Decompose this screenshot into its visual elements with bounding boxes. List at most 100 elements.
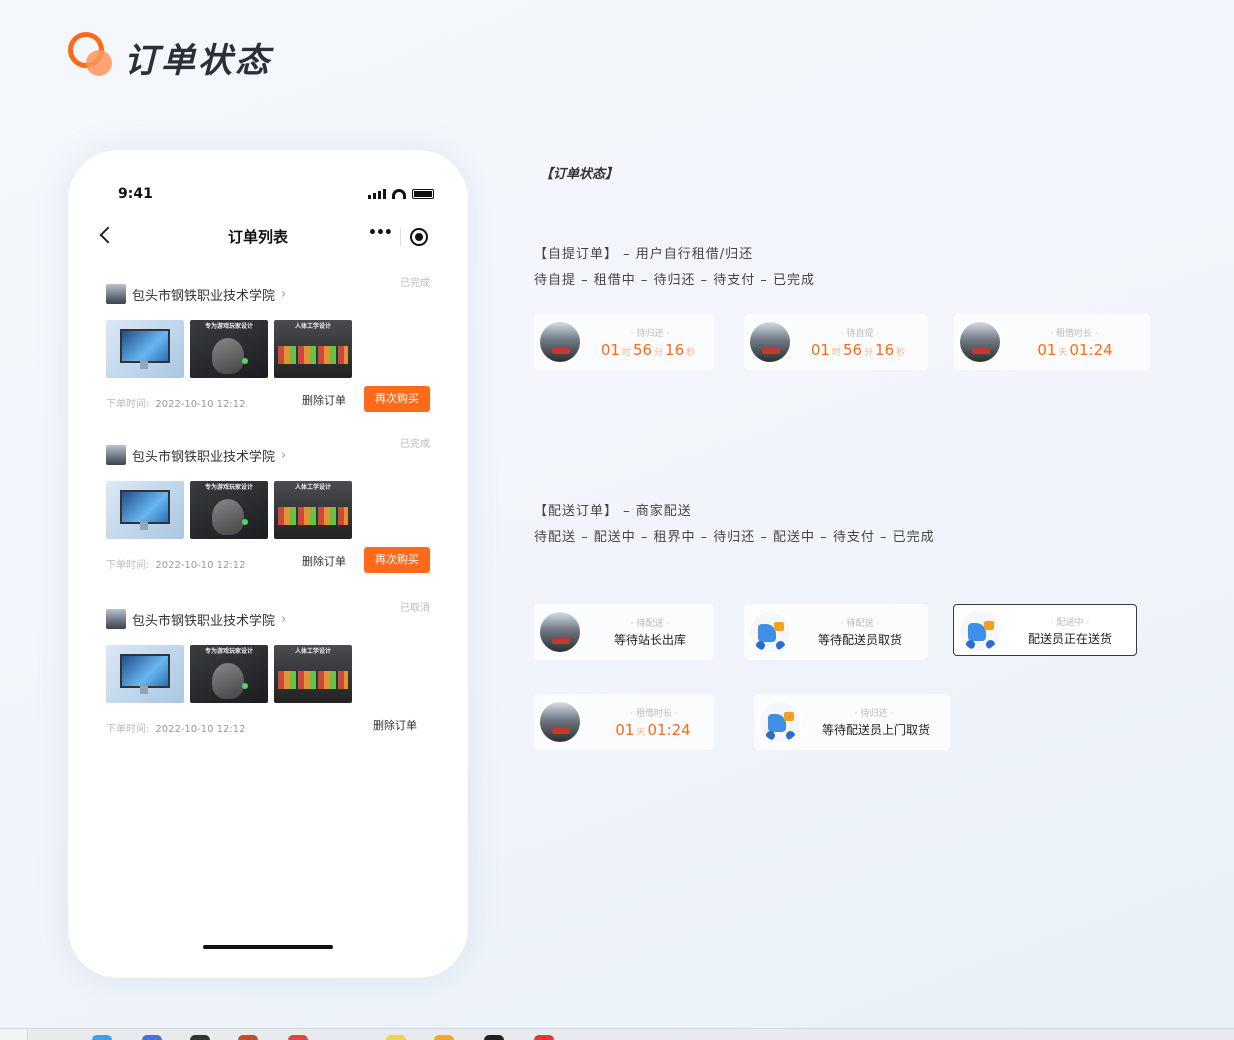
taskbar-app-icon[interactable]: [238, 1035, 258, 1040]
station-photo-icon: [538, 320, 582, 364]
start-button[interactable]: [0, 1029, 28, 1040]
taskbar-app-icon[interactable]: [142, 1035, 162, 1040]
rebuy-button[interactable]: 再次购买: [364, 386, 430, 412]
shop-name: 包头市钢铁职业技术学院: [132, 449, 276, 465]
status-chip: · 待配送 · 等待站长出库: [534, 604, 714, 660]
chip-label: · 待自提 ·: [840, 329, 880, 339]
chevron-right-icon: ›: [281, 286, 287, 302]
order-card[interactable]: 已取消 包头市钢铁职业技术学院 › 专为游戏玩家设计 人体工学设计 下单时间: 2…: [96, 595, 444, 745]
brand-logo-icon: [68, 32, 116, 76]
chip-unit-3: 秒: [686, 348, 696, 358]
order-time: 下单时间: 2022-10-10 12:12: [106, 395, 246, 410]
product-image-mouse[interactable]: 专为游戏玩家设计: [190, 320, 268, 378]
delivery-scooter-icon: [758, 700, 802, 744]
shop-link[interactable]: 包头市钢铁职业技术学院 ›: [106, 609, 286, 629]
nav-bar: 订单列表 •••: [68, 220, 468, 256]
thumb-caption: 人体工学设计: [294, 484, 331, 491]
chip-unit-3: 秒: [896, 348, 906, 358]
delivery-scooter-icon: [958, 609, 1002, 653]
delete-order-button[interactable]: 删除订单: [373, 717, 417, 733]
chevron-right-icon: ›: [281, 447, 287, 463]
chip-text: 等待配送员取货: [817, 633, 902, 647]
product-image-keyboard[interactable]: 人体工学设计: [274, 481, 352, 539]
chip-value-1: 01: [600, 341, 620, 359]
chip-countdown: 01 时 56 分 16 秒: [794, 341, 924, 359]
battery-icon: [412, 189, 434, 199]
status-bar: 9:41: [68, 183, 468, 207]
delivery-title: 【配送订单】 – 商家配送: [534, 504, 692, 519]
shop-avatar: [106, 284, 126, 304]
order-card[interactable]: 已完成 包头市钢铁职业技术学院 › 专为游戏玩家设计 人体工学设计 下单时间: 2…: [96, 270, 444, 420]
order-time-label: 下单时间:: [106, 724, 150, 735]
station-photo-icon: [748, 320, 792, 364]
chip-value-2: 56: [632, 341, 653, 359]
order-time-label: 下单时间:: [106, 560, 150, 571]
thumb-caption: 专为游戏玩家设计: [204, 648, 253, 655]
delivery-flow: 待配送 – 配送中 – 租界中 – 待归还 – 配送中 – 待支付 – 已完成: [534, 530, 935, 545]
thumb-caption: 专为游戏玩家设计: [204, 323, 253, 330]
chip-value-3: 16: [665, 341, 685, 359]
order-card[interactable]: 已完成 包头市钢铁职业技术学院 › 专为游戏玩家设计 人体工学设计 下单时间: 2…: [96, 431, 444, 581]
product-thumbs: 专为游戏玩家设计 人体工学设计: [106, 481, 352, 539]
chip-duration: 01 天 01:24: [588, 721, 718, 739]
chip-duration: 01 天 01:24: [1010, 341, 1140, 359]
home-indicator: [203, 945, 333, 949]
shop-link[interactable]: 包头市钢铁职业技术学院 ›: [106, 284, 286, 304]
taskbar-app-icon[interactable]: [534, 1035, 554, 1040]
order-time: 下单时间: 2022-10-10 12:12: [106, 720, 246, 735]
taskbar: [0, 1028, 1234, 1040]
chip-label: · 租借时长 ·: [630, 709, 678, 719]
station-photo-icon: [958, 320, 1002, 364]
station-photo-icon: [538, 700, 582, 744]
product-image-mouse[interactable]: 专为游戏玩家设计: [190, 645, 268, 703]
thumb-caption: 专为游戏玩家设计: [204, 484, 253, 491]
chip-text: 等待站长出库: [613, 633, 686, 647]
delete-order-button[interactable]: 删除订单: [302, 553, 346, 569]
product-image-keyboard[interactable]: 人体工学设计: [274, 320, 352, 378]
chip-text: 配送员正在送货: [1027, 632, 1112, 646]
status-chip: · 待归还 · 01 时 56 分 16 秒: [534, 314, 714, 370]
chip-value-2: 01:24: [647, 721, 691, 739]
chevron-right-icon: ›: [281, 611, 287, 627]
nav-divider: [400, 228, 401, 246]
thumb-caption: 人体工学设计: [294, 648, 331, 655]
status-chip-highlighted: · 配送中 · 配送员正在送货: [953, 604, 1137, 656]
order-time: 下单时间: 2022-10-10 12:12: [106, 556, 246, 571]
product-image-monitor[interactable]: [106, 645, 184, 703]
chip-label: · 待归还 ·: [854, 709, 894, 719]
product-image-keyboard[interactable]: 人体工学设计: [274, 645, 352, 703]
product-image-monitor[interactable]: [106, 320, 184, 378]
chip-text: 等待配送员上门取货: [821, 723, 930, 737]
shop-link[interactable]: 包头市钢铁职业技术学院 ›: [106, 445, 286, 465]
thumb-caption: 人体工学设计: [294, 323, 331, 330]
status-chip: · 待自提 · 01 时 56 分 16 秒: [744, 314, 928, 370]
target-icon[interactable]: [410, 228, 428, 246]
product-image-mouse[interactable]: 专为游戏玩家设计: [190, 481, 268, 539]
rebuy-button[interactable]: 再次购买: [364, 547, 430, 573]
chip-value-3: 16: [875, 341, 895, 359]
product-image-monitor[interactable]: [106, 481, 184, 539]
chip-unit-1: 天: [636, 728, 646, 738]
taskbar-app-icon[interactable]: [434, 1035, 454, 1040]
delete-order-button[interactable]: 删除订单: [302, 392, 346, 408]
chip-unit-2: 分: [864, 348, 874, 358]
taskbar-app-icon[interactable]: [92, 1035, 112, 1040]
chip-unit-1: 时: [621, 348, 631, 358]
taskbar-app-icon[interactable]: [484, 1035, 504, 1040]
order-status: 已完成: [400, 439, 430, 450]
status-chip: · 租借时长 · 01 天 01:24: [954, 314, 1150, 370]
shop-avatar: [106, 445, 126, 465]
signal-icon: [368, 189, 386, 199]
status-chip: · 待配送 · 等待配送员取货: [744, 604, 928, 660]
status-icons: [368, 189, 434, 199]
chip-label: · 待配送 ·: [630, 619, 670, 629]
status-chip: · 租借时长 · 01 天 01:24: [534, 694, 714, 750]
taskbar-app-icon[interactable]: [288, 1035, 308, 1040]
order-time-value: 2022-10-10 12:12: [155, 399, 246, 410]
more-dots-icon[interactable]: •••: [368, 225, 393, 241]
taskbar-app-icon[interactable]: [386, 1035, 406, 1040]
order-time-value: 2022-10-10 12:12: [155, 724, 246, 735]
taskbar-app-icon[interactable]: [190, 1035, 210, 1040]
chip-unit-1: 天: [1058, 348, 1068, 358]
wifi-icon: [392, 189, 406, 199]
